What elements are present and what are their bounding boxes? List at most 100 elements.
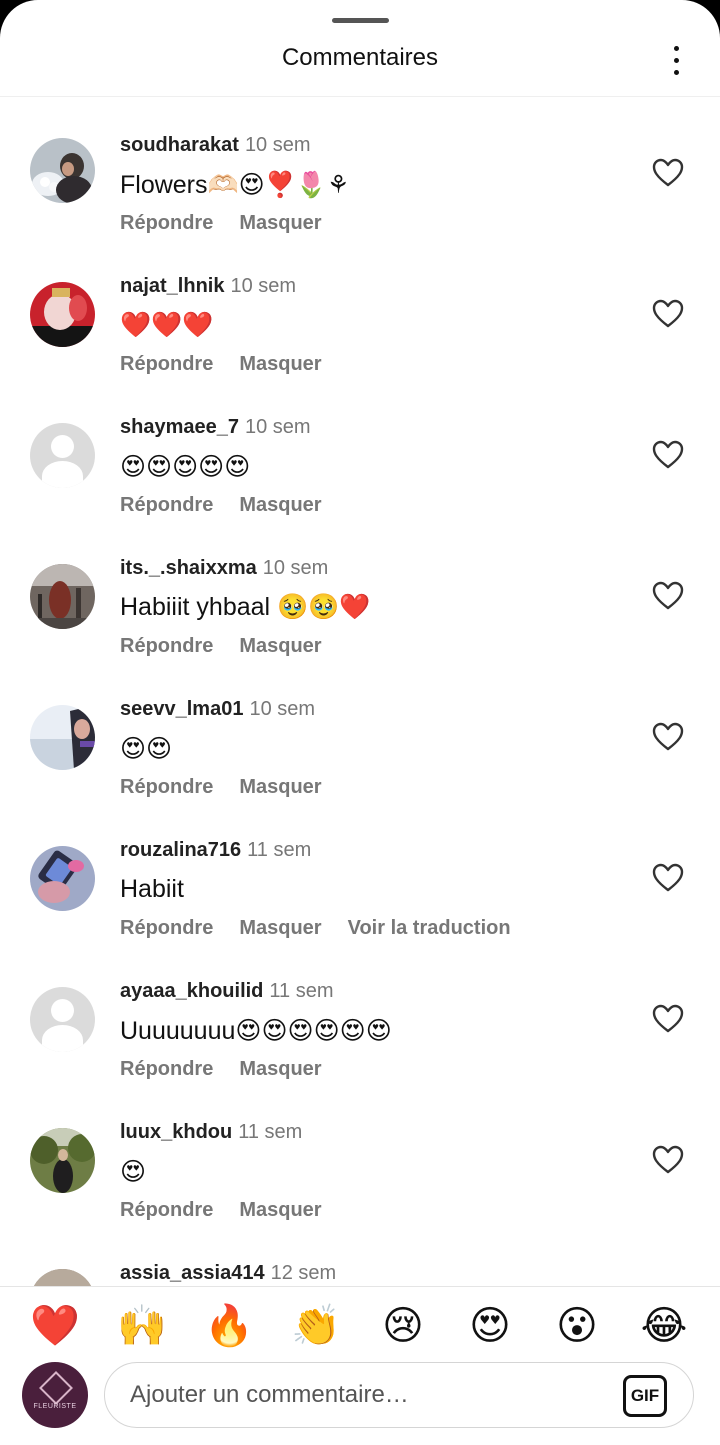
comment-text: Habiiit yhbaal 🥹🥹❤️ <box>120 593 371 621</box>
reaction-clap-button[interactable]: 👏 <box>291 1301 341 1351</box>
comment-item: assia_assia414 12 sem <box>0 1224 720 1286</box>
timestamp: 11 sem <box>269 980 334 1002</box>
more-options-icon[interactable] <box>662 44 690 78</box>
comment-actions: Répondre Masquer <box>120 212 348 235</box>
timestamp: 11 sem <box>238 1121 303 1143</box>
page-title: Commentaires <box>281 44 439 71</box>
quick-reactions-bar: ❤️ 🙌 🔥 👏 😢 😍 😮 😂 <box>0 1286 720 1365</box>
avatar[interactable] <box>30 138 95 203</box>
username[interactable]: najat_lhnik <box>120 275 224 297</box>
timestamp: 10 sem <box>244 416 311 438</box>
reply-button[interactable]: Répondre <box>120 917 213 939</box>
comment-text: ❤️❤️❤️ <box>120 311 214 339</box>
like-heart-icon[interactable] <box>652 299 684 329</box>
comment-list[interactable]: soudharakat 10 sem Flowers🫶🏻😍❣️🌷⚘ Répondr… <box>0 96 720 1286</box>
reply-button[interactable]: Répondre <box>120 1058 213 1080</box>
reaction-heart-button[interactable]: ❤️ <box>30 1301 80 1351</box>
avatar[interactable] <box>30 705 95 770</box>
comment-text: Flowers🫶🏻😍❣️🌷⚘ <box>120 171 350 199</box>
comment-item: shaymaee_7 10 sem 😍😍😍😍😍 Répondre Masquer <box>0 378 720 519</box>
avatar[interactable] <box>30 846 95 911</box>
timestamp: 12 sem <box>270 1262 337 1284</box>
like-heart-icon[interactable] <box>652 581 684 611</box>
comment-item: luux_khdou 11 sem 😍 Répondre Masquer <box>0 1083 720 1224</box>
like-heart-icon[interactable] <box>652 1145 684 1175</box>
comment-actions: Répondre Masquer <box>120 494 348 517</box>
reply-button[interactable]: Répondre <box>120 776 213 798</box>
comment-item: its._.shaixxma 10 sem Habiiit yhbaal 🥹🥹❤️… <box>0 519 720 660</box>
comment-item: najat_lhnik 10 sem ❤️❤️❤️ Répondre Masquer <box>0 237 720 378</box>
brand-logo-text: FLEURISTE <box>33 1403 77 1410</box>
comment-actions: Répondre Masquer <box>120 776 348 799</box>
default-avatar-icon[interactable] <box>30 987 95 1052</box>
like-heart-icon[interactable] <box>652 158 684 188</box>
reaction-surprised-button[interactable]: 😮 <box>552 1301 602 1351</box>
hide-button[interactable]: Masquer <box>239 353 321 375</box>
drag-handle[interactable] <box>332 18 389 23</box>
hide-button[interactable]: Masquer <box>239 494 321 516</box>
username[interactable]: seevv_lma01 <box>120 698 243 720</box>
comment-input[interactable]: Ajouter un commentaire… GIF <box>104 1362 694 1428</box>
default-avatar-icon[interactable] <box>30 423 95 488</box>
gif-button[interactable]: GIF <box>623 1375 667 1417</box>
hide-button[interactable]: Masquer <box>239 917 321 939</box>
reply-button[interactable]: Répondre <box>120 494 213 516</box>
reaction-raised-hands-button[interactable]: 🙌 <box>117 1301 167 1351</box>
username[interactable]: ayaaa_khouilid <box>120 980 263 1002</box>
comment-actions: Répondre Masquer <box>120 635 348 658</box>
avatar[interactable] <box>30 282 95 347</box>
comment-item: soudharakat 10 sem Flowers🫶🏻😍❣️🌷⚘ Répondr… <box>0 96 720 237</box>
username[interactable]: luux_khdou <box>120 1121 232 1143</box>
hide-button[interactable]: Masquer <box>239 212 321 234</box>
comment-meta: soudharakat 10 sem <box>120 134 311 157</box>
translate-button[interactable]: Voir la traduction <box>348 917 511 939</box>
comment-item: ayaaa_khouilid 11 sem Uuuuuuuu😍😍😍😍😍😍 Répo… <box>0 942 720 1083</box>
reaction-crying-button[interactable]: 😢 <box>378 1301 428 1351</box>
comment-meta: shaymaee_7 10 sem <box>120 416 311 439</box>
like-heart-icon[interactable] <box>652 722 684 752</box>
timestamp: 10 sem <box>230 275 297 297</box>
like-heart-icon[interactable] <box>652 440 684 470</box>
username[interactable]: soudharakat <box>120 134 239 156</box>
avatar[interactable] <box>30 1269 95 1286</box>
comment-input-placeholder: Ajouter un commentaire… <box>130 1381 409 1408</box>
reply-button[interactable]: Répondre <box>120 1199 213 1221</box>
reaction-fire-button[interactable]: 🔥 <box>204 1301 254 1351</box>
comment-meta: its._.shaixxma 10 sem <box>120 557 328 580</box>
comment-text: Uuuuuuuu😍😍😍😍😍😍 <box>120 1017 392 1045</box>
avatar[interactable] <box>30 1128 95 1193</box>
hide-button[interactable]: Masquer <box>239 776 321 798</box>
reply-button[interactable]: Répondre <box>120 353 213 375</box>
comment-meta: seevv_lma01 10 sem <box>120 698 315 721</box>
hide-button[interactable]: Masquer <box>239 1058 321 1080</box>
comment-text: 😍😍 <box>120 735 173 763</box>
comment-meta: najat_lhnik 10 sem <box>120 275 296 298</box>
reply-button[interactable]: Répondre <box>120 212 213 234</box>
comment-composer: FLEURISTE Ajouter un commentaire… GIF <box>0 1360 720 1445</box>
username[interactable]: assia_assia414 <box>120 1262 265 1284</box>
comments-header: Commentaires <box>0 0 720 97</box>
brand-logo-icon <box>39 1371 73 1405</box>
like-heart-icon[interactable] <box>652 1004 684 1034</box>
timestamp: 10 sem <box>249 698 316 720</box>
comment-actions: Répondre Masquer <box>120 353 348 376</box>
username[interactable]: its._.shaixxma <box>120 557 257 579</box>
reaction-laughing-button[interactable]: 😂 <box>639 1301 689 1351</box>
comment-text: 😍😍😍😍😍 <box>120 453 251 481</box>
username[interactable]: shaymaee_7 <box>120 416 239 438</box>
comment-text: 😍 <box>120 1158 147 1186</box>
current-user-avatar: FLEURISTE <box>22 1362 88 1428</box>
comment-item: seevv_lma01 10 sem 😍😍 Répondre Masquer <box>0 660 720 801</box>
reaction-heart-eyes-button[interactable]: 😍 <box>465 1301 515 1351</box>
hide-button[interactable]: Masquer <box>239 1199 321 1221</box>
comments-sheet: Commentaires soudharakat 10 sem Flowers🫶… <box>0 0 720 1445</box>
comment-actions: Répondre Masquer Voir la traduction <box>120 917 537 940</box>
username[interactable]: rouzalina716 <box>120 839 241 861</box>
comment-meta: ayaaa_khouilid 11 sem <box>120 980 334 1003</box>
reply-button[interactable]: Répondre <box>120 635 213 657</box>
comment-actions: Répondre Masquer <box>120 1199 348 1222</box>
comment-meta: rouzalina716 11 sem <box>120 839 311 862</box>
like-heart-icon[interactable] <box>652 863 684 893</box>
avatar[interactable] <box>30 564 95 629</box>
hide-button[interactable]: Masquer <box>239 635 321 657</box>
